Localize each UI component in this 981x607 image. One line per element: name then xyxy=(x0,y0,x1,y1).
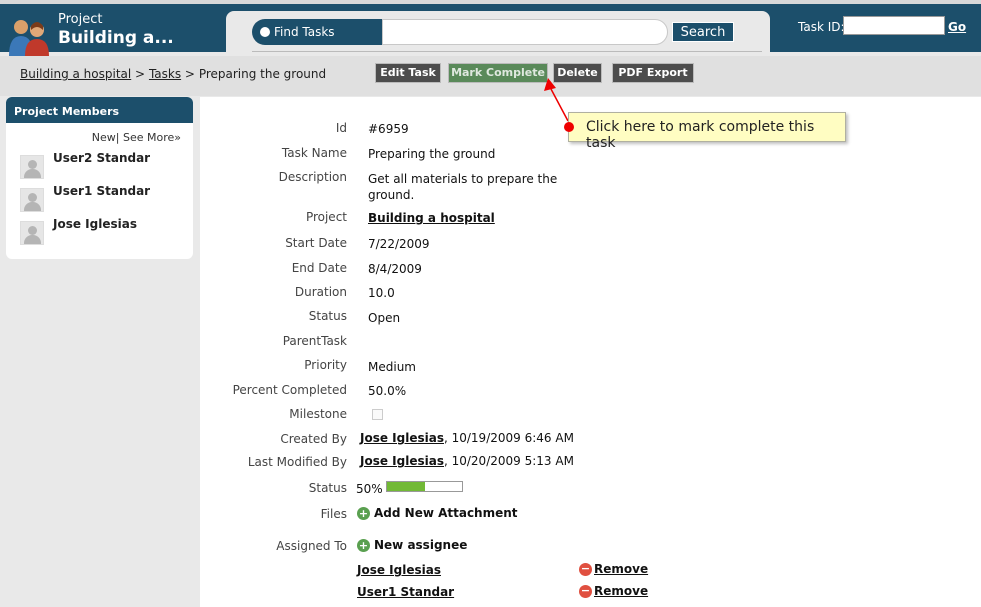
last-modified-value: Jose Iglesias, 10/20/2009 5:13 AM xyxy=(360,454,574,468)
duration-value: 10.0 xyxy=(368,286,395,300)
breadcrumb-project-link[interactable]: Building a hospital xyxy=(20,67,131,81)
member-item[interactable]: Jose Iglesias xyxy=(18,217,188,245)
description-label: Description xyxy=(278,170,347,184)
project-users-icon xyxy=(9,20,49,56)
assigned-to-label: Assigned To xyxy=(276,539,347,553)
member-name: Jose Iglesias xyxy=(53,217,137,231)
remove-label: Remove xyxy=(594,562,649,576)
status-progress-label: Status xyxy=(308,481,347,495)
task-name-label: Task Name xyxy=(281,146,347,160)
project-members-title: Project Members xyxy=(6,97,193,123)
search-divider xyxy=(252,51,762,52)
search-panel: Find Tasks Search xyxy=(226,11,770,52)
members-links: New| See More» xyxy=(92,131,181,144)
task-id-input[interactable] xyxy=(843,16,945,35)
last-modified-label: Last Modified By xyxy=(247,455,347,469)
pdf-export-button[interactable]: PDF Export xyxy=(612,63,694,83)
created-by-value: Jose Iglesias, 10/19/2009 6:46 AM xyxy=(360,431,574,445)
project-members-panel: Project Members New| See More» User2 Sta… xyxy=(6,97,193,259)
assignee-link[interactable]: User1 Standar xyxy=(357,585,454,599)
radio-dot-icon xyxy=(260,27,270,37)
created-at-text: , 10/19/2009 6:46 AM xyxy=(443,431,574,445)
breadcrumb-separator: > xyxy=(135,67,146,81)
add-attachment-label: Add New Attachment xyxy=(374,506,518,520)
progress-bar xyxy=(386,481,463,492)
breadcrumb-separator: > xyxy=(184,67,195,81)
breadcrumb-bar: Building a hospital > Tasks > Preparing … xyxy=(0,56,981,96)
remove-icon: − xyxy=(579,562,592,576)
new-member-link[interactable]: New xyxy=(92,131,116,144)
priority-value: Medium xyxy=(368,360,416,374)
go-link[interactable]: Go xyxy=(948,20,966,34)
created-by-link[interactable]: Jose Iglesias xyxy=(360,431,444,445)
callout-pin-icon xyxy=(564,122,574,132)
percent-completed-label: Percent Completed xyxy=(232,383,347,397)
avatar xyxy=(20,155,44,179)
description-value: Get all materials to prepare the ground. xyxy=(368,172,558,202)
remove-icon: − xyxy=(579,584,592,598)
milestone-checkbox[interactable] xyxy=(372,409,383,420)
delete-button[interactable]: Delete xyxy=(553,63,602,83)
percent-completed-value: 50.0% xyxy=(368,384,407,398)
add-attachment-link[interactable]: + Add New Attachment xyxy=(357,506,518,520)
modified-by-link[interactable]: Jose Iglesias xyxy=(360,454,444,468)
edit-task-button[interactable]: Edit Task xyxy=(375,63,441,83)
remove-label: Remove xyxy=(594,584,649,598)
status-label: Status xyxy=(308,309,347,323)
project-label: Project xyxy=(58,12,103,27)
new-assignee-link[interactable]: + New assignee xyxy=(357,538,467,552)
add-icon: + xyxy=(357,507,370,520)
member-name: User1 Standar xyxy=(53,184,151,198)
id-label: Id xyxy=(335,121,347,135)
find-tasks-tab[interactable]: Find Tasks xyxy=(252,19,382,45)
mark-complete-tooltip: Click here to mark complete this task xyxy=(564,112,846,151)
assignee-link[interactable]: Jose Iglesias xyxy=(357,563,441,577)
member-item[interactable]: User2 Standar xyxy=(18,151,188,179)
member-name: User2 Standar xyxy=(53,151,151,165)
task-id-label: Task ID: xyxy=(798,20,845,34)
avatar xyxy=(20,188,44,212)
add-icon: + xyxy=(357,539,370,552)
files-label: Files xyxy=(320,507,347,521)
end-date-value: 8/4/2009 xyxy=(368,262,422,276)
task-id-value: #6959 xyxy=(368,122,409,136)
project-link[interactable]: Building a hospital xyxy=(368,211,495,225)
start-date-value: 7/22/2009 xyxy=(368,237,430,251)
project-name[interactable]: Building a... xyxy=(58,28,174,48)
find-tasks-label: Find Tasks xyxy=(274,25,335,39)
remove-assignee-link[interactable]: − Remove xyxy=(579,584,648,598)
task-detail-panel: Id #6959 Task Name Preparing the ground … xyxy=(200,97,981,607)
progress-fill xyxy=(387,482,425,491)
new-assignee-label: New assignee xyxy=(374,538,468,552)
modified-at-text: , 10/20/2009 5:13 AM xyxy=(443,454,574,468)
breadcrumb-tasks-link[interactable]: Tasks xyxy=(149,67,181,81)
project-label: Project xyxy=(305,210,347,224)
breadcrumb-current: Preparing the ground xyxy=(198,67,327,81)
search-button[interactable]: Search xyxy=(672,22,734,42)
remove-assignee-link[interactable]: − Remove xyxy=(579,562,648,576)
link-divider: | xyxy=(115,131,120,144)
end-date-label: End Date xyxy=(291,261,347,275)
member-item[interactable]: User1 Standar xyxy=(18,184,188,212)
avatar xyxy=(20,221,44,245)
task-name-value: Preparing the ground xyxy=(368,147,496,161)
start-date-label: Start Date xyxy=(285,236,347,250)
see-more-link[interactable]: See More» xyxy=(123,131,181,144)
duration-label: Duration xyxy=(294,285,347,299)
priority-label: Priority xyxy=(304,358,347,372)
mark-complete-button[interactable]: Mark Complete xyxy=(448,63,548,83)
breadcrumb: Building a hospital > Tasks > Preparing … xyxy=(20,67,326,81)
search-input[interactable] xyxy=(382,19,668,45)
status-value: Open xyxy=(368,311,401,325)
progress-text: 50% xyxy=(356,482,383,496)
created-by-label: Created By xyxy=(280,432,347,446)
parent-task-label: ParentTask xyxy=(282,334,347,348)
milestone-label: Milestone xyxy=(289,407,347,421)
